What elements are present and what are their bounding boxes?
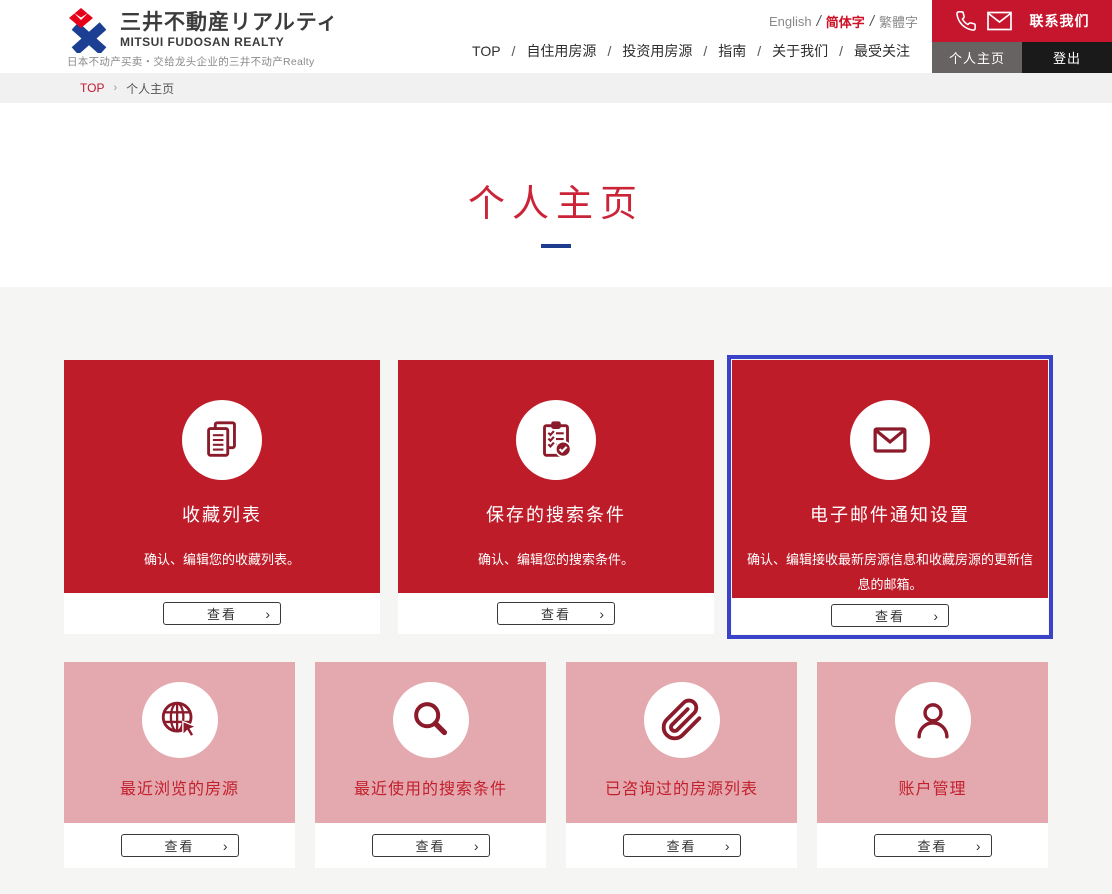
phone-icon — [955, 10, 977, 32]
mail-icon — [850, 400, 930, 480]
card-description: 确认、编辑您的收藏列表。 — [64, 547, 380, 572]
main-content: 收藏列表 确认、编辑您的收藏列表。 查看 › — [0, 287, 1112, 894]
nav-item-featured[interactable]: 最受关注 — [854, 41, 910, 61]
view-recent-searches-button[interactable]: 查看 › — [372, 834, 490, 857]
card-title: 账户管理 — [817, 775, 1048, 799]
view-email-settings-button[interactable]: 查看 › — [831, 604, 949, 627]
documents-icon — [182, 400, 262, 480]
chevron-right-icon: › — [933, 608, 938, 624]
secondary-card-row: 最近浏览的房源 查看 › 最近使用的搜索条件 — [64, 662, 1048, 868]
view-button-label: 查看 — [164, 836, 194, 855]
card-title: 电子邮件通知设置 — [732, 501, 1048, 527]
chevron-right-icon: › — [976, 838, 981, 854]
card-title: 收藏列表 — [64, 501, 380, 527]
paperclip-icon — [644, 682, 720, 758]
card-description: 确认、编辑接收最新房源信息和收藏房源的更新信息的邮箱。 — [732, 547, 1048, 598]
globe-cursor-icon — [142, 682, 218, 758]
card-favorites[interactable]: 收藏列表 确认、编辑您的收藏列表。 查看 › — [64, 360, 380, 634]
site-header: 三井不動産リアルティ MITSUI FUDOSAN REALTY 日本不动产买卖… — [0, 0, 1112, 73]
view-button-label: 查看 — [415, 836, 445, 855]
nav-separator: / — [512, 43, 516, 59]
card-email-notifications[interactable]: 电子邮件通知设置 确认、编辑接收最新房源信息和收藏房源的更新信息的邮箱。 查看 … — [732, 360, 1048, 634]
language-switcher: English / 简体字 / 繁體字 — [769, 12, 918, 31]
page-title-section: 个人主页 — [0, 103, 1112, 287]
nav-separator: / — [607, 43, 611, 59]
nav-item-guide[interactable]: 指南 — [718, 41, 746, 61]
lang-simplified-link[interactable]: 简体字 — [826, 12, 865, 31]
breadcrumb: TOP › 个人主页 — [0, 73, 1112, 103]
mail-icon — [986, 11, 1013, 31]
nav-item-about[interactable]: 关于我们 — [772, 41, 828, 61]
card-title: 已咨询过的房源列表 — [566, 775, 797, 799]
lang-english-link[interactable]: English — [769, 14, 812, 29]
lang-traditional-link[interactable]: 繁體字 — [879, 12, 918, 31]
card-title: 保存的搜索条件 — [398, 501, 714, 527]
card-title: 最近浏览的房源 — [64, 775, 295, 799]
chevron-right-icon: › — [474, 838, 479, 854]
view-saved-searches-button[interactable]: 查看 › — [497, 602, 615, 625]
nav-separator: / — [839, 43, 843, 59]
checklist-icon — [516, 400, 596, 480]
breadcrumb-separator-icon: › — [113, 82, 117, 94]
mypage-button[interactable]: 个人主页 — [932, 42, 1022, 73]
card-title: 最近使用的搜索条件 — [315, 775, 546, 799]
view-button-label: 查看 — [666, 836, 696, 855]
card-recent-search-conditions[interactable]: 最近使用的搜索条件 查看 › — [315, 662, 546, 868]
view-button-label: 查看 — [541, 604, 571, 623]
brand-name-jp: 三井不動産リアルティ — [120, 11, 339, 34]
lang-separator: / — [817, 13, 821, 30]
nav-item-top[interactable]: TOP — [472, 43, 501, 59]
nav-separator: / — [703, 43, 707, 59]
view-button-label: 查看 — [875, 606, 905, 625]
view-inquired-list-button[interactable]: 查看 › — [623, 834, 741, 857]
card-saved-searches[interactable]: 保存的搜索条件 确认、编辑您的搜索条件。 查看 › — [398, 360, 714, 634]
view-button-label: 查看 — [917, 836, 947, 855]
brand-tagline: 日本不动产买卖・交给龙头企业的三井不动产Realty — [67, 54, 315, 69]
mitsui-ampersand-logo-icon — [66, 7, 112, 53]
contact-us-label: 联系我们 — [1030, 11, 1090, 31]
user-icon — [895, 682, 971, 758]
chevron-right-icon: › — [599, 606, 604, 622]
main-nav: TOP / 自住用房源 / 投资用房源 / 指南 / 关于我们 / 最受关注 — [472, 41, 910, 61]
page-title: 个人主页 — [0, 103, 1112, 227]
lang-separator: / — [870, 13, 874, 30]
breadcrumb-current: 个人主页 — [126, 80, 174, 97]
nav-item-investment[interactable]: 投资用房源 — [622, 41, 692, 61]
breadcrumb-home-link[interactable]: TOP — [80, 81, 104, 95]
chevron-right-icon: › — [223, 838, 228, 854]
brand-logo[interactable]: 三井不動産リアルティ MITSUI FUDOSAN REALTY — [66, 7, 339, 53]
card-inquired-properties[interactable]: 已咨询过的房源列表 查看 › — [566, 662, 797, 868]
card-account-management[interactable]: 账户管理 查看 › — [817, 662, 1048, 868]
logout-button[interactable]: 登出 — [1022, 42, 1112, 73]
nav-item-residential[interactable]: 自住用房源 — [526, 41, 596, 61]
view-favorites-button[interactable]: 查看 › — [163, 602, 281, 625]
brand-name-en: MITSUI FUDOSAN REALTY — [120, 35, 339, 49]
view-button-label: 查看 — [207, 604, 237, 623]
view-recently-viewed-button[interactable]: 查看 › — [121, 834, 239, 857]
chevron-right-icon: › — [265, 606, 270, 622]
view-account-button[interactable]: 查看 › — [874, 834, 992, 857]
card-recently-viewed[interactable]: 最近浏览的房源 查看 › — [64, 662, 295, 868]
primary-card-row: 收藏列表 确认、编辑您的收藏列表。 查看 › — [64, 360, 1048, 634]
contact-us-button[interactable]: 联系我们 — [932, 0, 1112, 42]
card-description: 确认、编辑您的搜索条件。 — [398, 547, 714, 572]
header-account-buttons: 个人主页 登出 — [932, 42, 1112, 73]
search-icon — [393, 682, 469, 758]
nav-separator: / — [757, 43, 761, 59]
chevron-right-icon: › — [725, 838, 730, 854]
title-underline — [541, 244, 571, 248]
